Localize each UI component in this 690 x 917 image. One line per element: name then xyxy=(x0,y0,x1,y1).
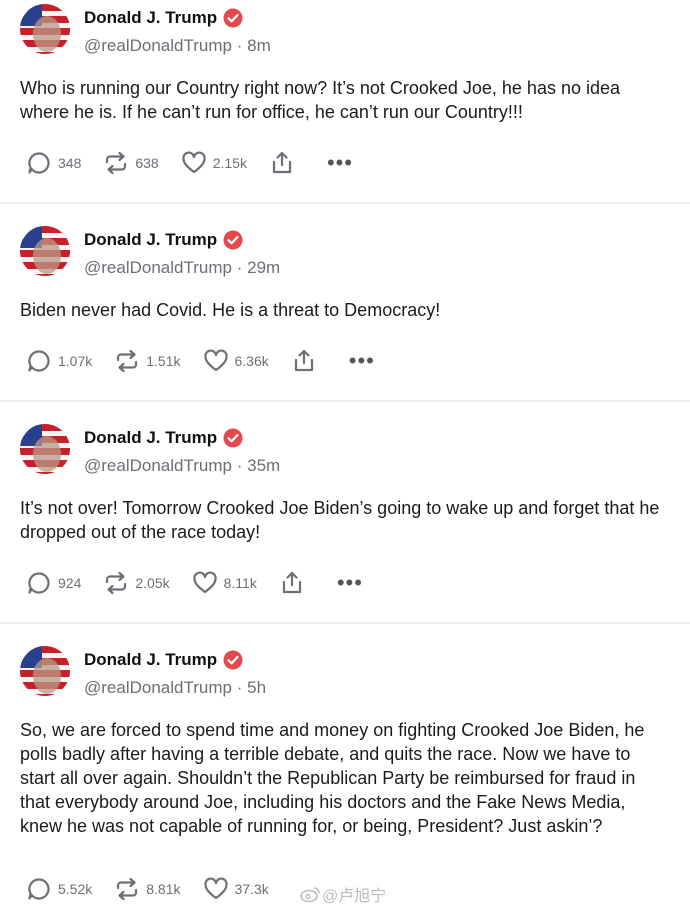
post-actions: 1.07k 1.51k 6.36k ••• xyxy=(26,348,397,374)
author-name[interactable]: Donald J. Trump xyxy=(84,230,217,250)
reply-icon xyxy=(28,572,50,594)
avatar[interactable] xyxy=(20,226,70,276)
author-name[interactable]: Donald J. Trump xyxy=(84,650,217,670)
like-count: 37.3k xyxy=(234,881,269,897)
author-handle[interactable]: @realDonaldTrump xyxy=(84,678,232,697)
share-button[interactable] xyxy=(269,150,301,176)
watermark: @卢旭宁 xyxy=(300,882,386,906)
post-text: It’s not over! Tomorrow Crooked Joe Bide… xyxy=(20,498,660,542)
retruth-count: 2.05k xyxy=(135,575,170,591)
post-actions: 924 2.05k 8.11k ••• xyxy=(26,570,385,596)
retruth-button[interactable]: 638 xyxy=(103,150,159,176)
retruth-button[interactable]: 1.51k xyxy=(114,348,181,374)
more-button[interactable]: ••• xyxy=(348,348,375,373)
verified-badge-icon xyxy=(223,230,243,250)
avatar[interactable] xyxy=(20,424,70,474)
verified-badge-icon xyxy=(223,428,243,448)
post-header: Donald J. Trump @realDonaldTrump · 29m xyxy=(20,226,280,278)
like-count: 8.11k xyxy=(223,575,257,591)
author-name[interactable]: Donald J. Trump xyxy=(84,428,217,448)
like-button[interactable]: 6.36k xyxy=(203,348,269,374)
reply-count: 5.52k xyxy=(58,881,93,897)
more-button[interactable]: ••• xyxy=(326,150,354,175)
more-icon: ••• xyxy=(348,348,375,373)
retruth-icon xyxy=(117,877,138,901)
heart-icon xyxy=(203,349,228,372)
reply-count: 1.07k xyxy=(58,353,93,369)
like-button[interactable]: 37.3k xyxy=(203,876,269,902)
post-time[interactable]: 35m xyxy=(247,456,280,475)
share-button[interactable] xyxy=(291,348,323,374)
post-time[interactable]: 29m xyxy=(247,258,280,277)
post-actions: 5.52k 8.81k 37.3k xyxy=(26,876,291,902)
verified-badge-icon xyxy=(223,8,243,28)
post-actions: 348 638 2.15k ••• xyxy=(26,150,375,176)
author-name[interactable]: Donald J. Trump xyxy=(84,8,217,28)
separator: · xyxy=(236,36,243,55)
reply-count: 348 xyxy=(58,155,82,171)
reply-icon xyxy=(28,350,50,372)
post: Donald J. Trump @realDonaldTrump · 35m I… xyxy=(0,402,690,624)
feed: Donald J. Trump @realDonaldTrump · 8m Wh… xyxy=(0,0,690,917)
weibo-icon xyxy=(300,887,320,903)
author-handle[interactable]: @realDonaldTrump xyxy=(84,456,232,475)
watermark-text: @卢旭宁 xyxy=(322,888,387,905)
heart-icon xyxy=(203,877,228,900)
post: Donald J. Trump @realDonaldTrump · 8m Wh… xyxy=(0,0,690,204)
verified-badge-icon xyxy=(223,650,243,670)
heart-icon xyxy=(193,571,217,594)
like-button[interactable]: 8.11k xyxy=(192,570,257,596)
separator: · xyxy=(236,456,243,475)
reply-button[interactable]: 348 xyxy=(26,150,81,176)
separator: · xyxy=(236,678,243,697)
reply-button[interactable]: 1.07k xyxy=(26,348,92,374)
retruth-icon xyxy=(106,151,127,175)
retruth-count: 8.81k xyxy=(146,881,181,897)
post-text: Who is running our Country right now? It… xyxy=(20,78,621,122)
like-button[interactable]: 2.15k xyxy=(181,150,247,176)
reply-count: 924 xyxy=(58,575,82,591)
post-text: So, we are forced to spend time and mone… xyxy=(20,720,645,836)
reply-icon xyxy=(28,152,50,174)
reply-button[interactable]: 924 xyxy=(26,570,81,596)
post-time[interactable]: 5h xyxy=(247,678,266,697)
author-handle[interactable]: @realDonaldTrump xyxy=(84,36,232,55)
heart-icon xyxy=(182,151,206,174)
reply-icon xyxy=(28,878,50,900)
share-icon xyxy=(282,571,301,594)
retruth-count: 638 xyxy=(135,155,159,171)
retruth-icon xyxy=(117,349,138,373)
reply-button[interactable]: 5.52k xyxy=(26,876,92,902)
post-header: Donald J. Trump @realDonaldTrump · 5h xyxy=(20,646,266,698)
more-icon: ••• xyxy=(336,570,363,595)
retruth-button[interactable]: 2.05k xyxy=(103,570,170,596)
post-header: Donald J. Trump @realDonaldTrump · 35m xyxy=(20,424,280,476)
author-handle[interactable]: @realDonaldTrump xyxy=(84,258,232,277)
post-time[interactable]: 8m xyxy=(247,36,271,55)
separator: · xyxy=(236,258,243,277)
share-icon xyxy=(272,151,292,174)
more-button[interactable]: ••• xyxy=(336,570,363,595)
post: Donald J. Trump @realDonaldTrump · 29m B… xyxy=(0,204,690,402)
share-button[interactable] xyxy=(279,570,311,596)
post-text: Biden never had Covid. He is a threat to… xyxy=(20,300,441,320)
more-icon: ••• xyxy=(326,150,354,175)
like-count: 6.36k xyxy=(234,353,269,369)
post: Donald J. Trump @realDonaldTrump · 5h So… xyxy=(0,624,690,917)
like-count: 2.15k xyxy=(212,155,247,171)
avatar[interactable] xyxy=(20,646,70,696)
retruth-button[interactable]: 8.81k xyxy=(114,876,181,902)
retruth-icon xyxy=(106,571,127,595)
avatar[interactable] xyxy=(20,4,70,54)
retruth-count: 1.51k xyxy=(146,353,181,369)
post-header: Donald J. Trump @realDonaldTrump · 8m xyxy=(20,4,271,56)
share-icon xyxy=(294,349,313,372)
